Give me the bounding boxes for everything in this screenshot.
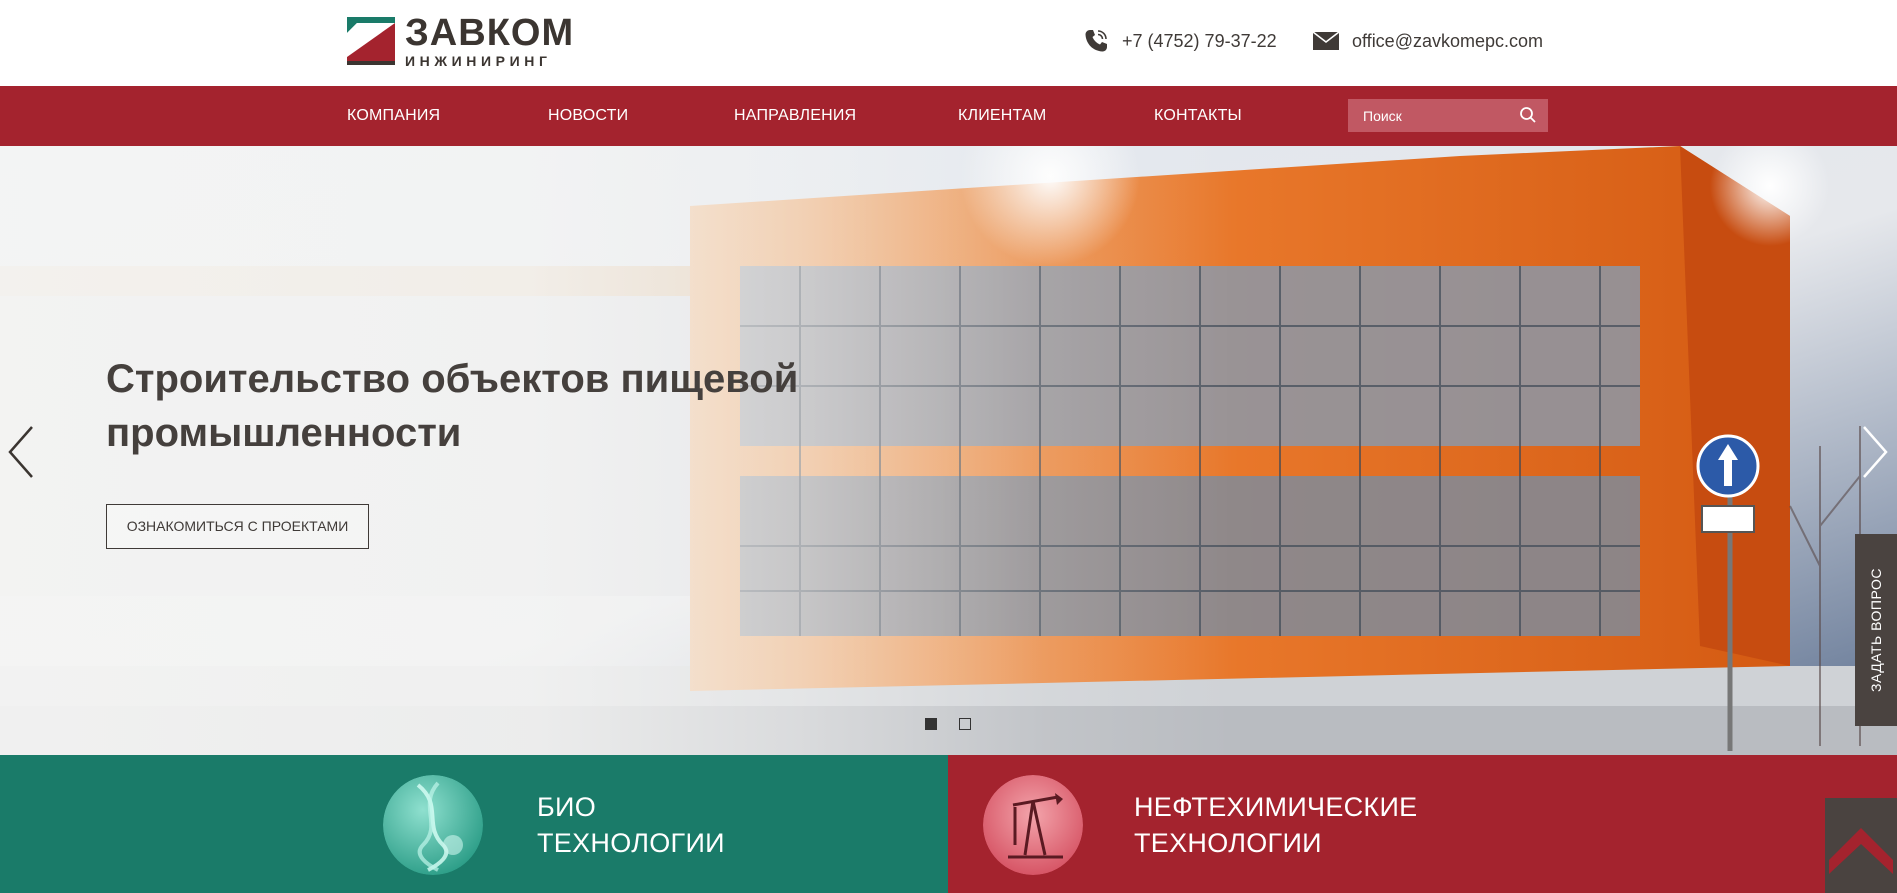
tile-petrochem-line2: ТЕХНОЛОГИИ — [1134, 828, 1322, 858]
tile-biotech-line1: БИО — [537, 792, 597, 822]
chevron-up-icon — [1829, 828, 1893, 874]
envelope-icon — [1312, 28, 1340, 54]
tile-biotech-line2: ТЕХНОЛОГИИ — [537, 828, 725, 858]
tile-petrochem-line1: НЕФТЕХИМИЧЕСКИЕ — [1134, 792, 1418, 822]
ask-question-tab[interactable]: ЗАДАТЬ ВОПРОС — [1855, 534, 1897, 726]
page: ЗАВКОМ ИНЖИНИРИНГ +7 (4752) 79-37-22 off… — [0, 0, 1897, 893]
search-input[interactable] — [1348, 107, 1513, 124]
header-phone[interactable]: +7 (4752) 79-37-22 — [1082, 28, 1277, 54]
slider-next-arrow-icon[interactable] — [1860, 424, 1890, 480]
logo-name: ЗАВКОМ — [405, 12, 575, 54]
search-box — [1348, 99, 1548, 132]
scroll-up-button[interactable] — [1825, 798, 1897, 893]
hero-title: Строительство объектов пищевой промышлен… — [106, 357, 799, 455]
main-nav: КОМПАНИЯ НОВОСТИ НАПРАВЛЕНИЯ КЛИЕНТАМ КО… — [0, 86, 1897, 146]
nav-item-directions[interactable]: НАПРАВЛЕНИЯ — [734, 86, 856, 146]
logo[interactable]: ЗАВКОМ ИНЖИНИРИНГ — [347, 14, 577, 68]
slider-prev-arrow-icon[interactable] — [6, 424, 36, 480]
hero-slider: Строительство объектов пищевой промышлен… — [0, 146, 1897, 755]
nav-item-news[interactable]: НОВОСТИ — [548, 86, 628, 146]
header-email[interactable]: office@zavkomepc.com — [1312, 28, 1543, 54]
slider-dot[interactable] — [959, 718, 971, 730]
tile-petrochem[interactable]: НЕФТЕХИМИЧЕСКИЕ ТЕХНОЛОГИИ — [948, 755, 1897, 893]
nav-item-contacts[interactable]: КОНТАКТЫ — [1154, 86, 1242, 146]
oil-pump-icon — [983, 775, 1083, 875]
slider-dot-active[interactable] — [925, 718, 937, 730]
dna-icon — [383, 775, 483, 875]
search-icon[interactable] — [1519, 106, 1539, 126]
phone-number: +7 (4752) 79-37-22 — [1122, 30, 1277, 51]
nav-item-clients[interactable]: КЛИЕНТАМ — [958, 86, 1046, 146]
ask-question-label: ЗАДАТЬ ВОПРОС — [1868, 568, 1884, 692]
logo-subtitle: ИНЖИНИРИНГ — [405, 53, 552, 69]
logo-mark-icon — [347, 17, 395, 65]
site-header: ЗАВКОМ ИНЖИНИРИНГ +7 (4752) 79-37-22 off… — [0, 0, 1897, 86]
nav-item-company[interactable]: КОМПАНИЯ — [347, 86, 440, 146]
tile-biotech[interactable]: БИО ТЕХНОЛОГИИ — [0, 755, 948, 893]
tile-petrochem-text: НЕФТЕХИМИЧЕСКИЕ ТЕХНОЛОГИИ — [1134, 789, 1417, 861]
email-address: office@zavkomepc.com — [1352, 30, 1544, 51]
view-projects-button[interactable]: ОЗНАКОМИТЬСЯ С ПРОЕКТАМИ — [106, 504, 369, 549]
tile-biotech-text: БИО ТЕХНОЛОГИИ — [537, 789, 725, 861]
phone-icon — [1082, 28, 1110, 54]
logo-text: ЗАВКОМ ИНЖИНИРИНГ — [405, 14, 574, 68]
